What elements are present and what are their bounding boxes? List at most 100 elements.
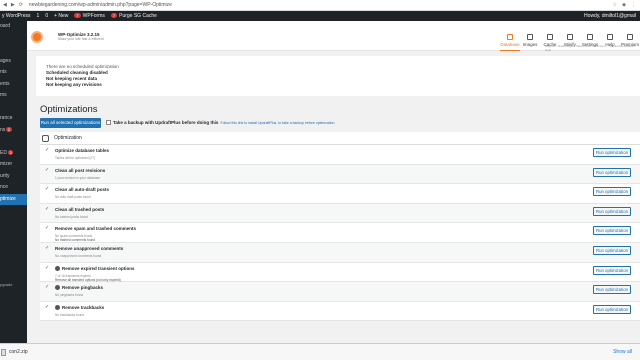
sidebar-item[interactable]: mizer — [0, 159, 27, 171]
optimization-title-text: Remove unapproved comments — [55, 245, 124, 251]
backup-link[interactable]: Follow this link to install UpdraftPlus,… — [220, 121, 334, 125]
sidebar-item[interactable]: rance — [0, 113, 27, 125]
updates-count[interactable]: 1 — [37, 13, 40, 19]
optimization-description: No unapproved comments found — [55, 253, 102, 258]
sidebar-item[interactable]: urity — [0, 171, 27, 183]
menu-icon[interactable]: ⋮ — [631, 2, 636, 8]
column-header: Optimization — [54, 135, 82, 141]
sidebar-item[interactable] — [0, 136, 27, 148]
sidebar-item[interactable]: ptimize — [0, 193, 27, 205]
comments-count[interactable]: 0 — [45, 13, 48, 19]
sidebar-item[interactable]: nts — [0, 67, 27, 79]
database-icon — [507, 34, 513, 40]
sidebar-item[interactable]: ents — [0, 79, 27, 91]
sidebar-item-label: ptimize — [0, 195, 16, 202]
row-checkbox[interactable]: ✓ — [45, 284, 49, 290]
run-optimization-button[interactable]: Run optimization — [593, 245, 631, 255]
table-header: Optimization — [40, 132, 640, 145]
purge-cache-menu[interactable]: 7 Purge SG Cache — [110, 13, 157, 19]
address-bar[interactable]: newbiegardening.com/wp-admin/admin.php?p… — [29, 2, 172, 8]
tab-settings[interactable]: Settings — [580, 34, 600, 51]
admin-sidebar: oard ages nts ents ms rance ns 2 ED 3 mizer urity nc… — [0, 21, 27, 352]
info-icon[interactable] — [55, 265, 60, 271]
optimization-description: 1 post revision in your database — [55, 175, 101, 180]
tab-images[interactable]: Images — [520, 34, 540, 51]
purge-label: Purge SG Cache — [119, 13, 157, 19]
run-optimization-button[interactable]: Run optimization — [593, 167, 631, 177]
howdy-user[interactable]: Howdy, dmiltol1@gmail — [584, 13, 640, 19]
sidebar-upgrade[interactable]: pgrade — [0, 282, 12, 287]
row-checkbox[interactable]: ✓ — [45, 186, 49, 192]
optimizations-table: ✓ Optimize database tables Tables will be … — [40, 145, 640, 322]
run-optimization-button[interactable]: Run optimization — [593, 285, 631, 295]
run-all-button[interactable]: Run all selected optimizations — [40, 118, 101, 128]
sidebar-item[interactable]: oard — [0, 21, 27, 33]
status-line: Not keeping any revisions — [46, 82, 102, 87]
tab-database[interactable]: Database — [500, 34, 520, 51]
select-all-checkbox[interactable] — [42, 134, 49, 142]
wp-optimize-logo — [31, 31, 43, 43]
optimization-title: Clean all auto-draft posts — [55, 187, 109, 192]
run-optimization-button[interactable]: Run optimization — [593, 226, 631, 236]
images-icon — [527, 34, 533, 40]
run-optimization-button[interactable]: Run optimization — [593, 265, 631, 275]
row-checkbox[interactable]: ✓ — [45, 167, 49, 173]
download-filename: con2.zip — [9, 349, 28, 355]
optimization-row: ✓ Remove expired transient options 7 of 16… — [40, 262, 640, 283]
wpforms-menu[interactable]: 7 WPForms — [74, 13, 105, 19]
optimization-row: ✓ Optimize database tables Tables will be … — [40, 145, 640, 165]
optimization-row: ✓ Remove pingbacks No pingbacks found Run o… — [40, 282, 640, 302]
optimization-description: No trackbacks found — [55, 312, 85, 317]
extension-icon[interactable]: ◆ — [622, 2, 626, 8]
reload-icon[interactable]: ⟳ — [19, 2, 23, 8]
row-checkbox[interactable]: ✓ — [45, 265, 49, 271]
row-checkbox[interactable]: ✓ — [45, 147, 49, 153]
back-icon[interactable]: ◀ — [3, 2, 7, 8]
download-item[interactable]: con2.zip — [1, 348, 28, 356]
backup-checkbox[interactable] — [106, 120, 111, 125]
optimization-title: Remove pingbacks — [55, 285, 103, 291]
sidebar-item[interactable] — [0, 44, 27, 56]
row-checkbox[interactable]: ✓ — [45, 225, 49, 231]
sidebar-item-label: oard — [0, 23, 11, 29]
run-optimization-button[interactable]: Run optimization — [593, 304, 631, 314]
info-icon[interactable] — [55, 305, 60, 311]
tab-cache[interactable]: Cache — [540, 34, 560, 51]
sidebar-item[interactable] — [0, 102, 27, 114]
star-icon[interactable]: ☆ — [613, 2, 617, 8]
optimization-row: ✓ Remove unapproved comments No unapproved… — [40, 242, 640, 263]
plugin-header: WP-Optimize 3.2.15 Make your site fast &… — [27, 21, 640, 52]
optimization-row: ✓ Remove spam and trashed comments No spam… — [40, 223, 640, 243]
row-checkbox[interactable]: ✓ — [45, 206, 49, 212]
tab-premium[interactable]: Premium — [620, 34, 640, 51]
tab-label: Images — [522, 42, 538, 47]
show-all-downloads[interactable]: Show all — [613, 349, 640, 355]
wpforms-label: WPForms — [82, 13, 105, 19]
optimization-title: Remove spam and trashed comments — [55, 226, 136, 231]
settings-icon — [587, 34, 593, 40]
sidebar-item[interactable]: ns 2 — [0, 125, 27, 137]
site-name[interactable]: y WordPress — [2, 13, 31, 19]
help-icon — [607, 34, 613, 40]
info-icon[interactable] — [55, 285, 60, 291]
row-checkbox[interactable]: ✓ — [45, 304, 49, 310]
sidebar-item[interactable]: nce — [0, 182, 27, 194]
optimization-description: Tables will be optimized (27) — [55, 156, 96, 160]
tab-minify[interactable]: Minify — [560, 34, 580, 51]
new-menu[interactable]: + New — [54, 13, 68, 19]
sidebar-item-label: ents — [0, 80, 10, 87]
run-optimization-button[interactable]: Run optimization — [593, 187, 631, 197]
tab-help[interactable]: Help — [600, 34, 620, 51]
optimization-title: Remove unapproved comments — [55, 246, 123, 251]
sidebar-item[interactable] — [0, 33, 27, 45]
sidebar-item[interactable]: ages — [0, 56, 27, 68]
forward-icon[interactable]: ▶ — [11, 2, 15, 8]
optimization-row: ✓ Clean all post revisions 1 post revision… — [40, 164, 640, 185]
row-checkbox[interactable]: ✓ — [45, 245, 49, 251]
sidebar-item[interactable]: ED 3 — [0, 148, 27, 160]
wp-admin-bar: y WordPress 1 0 + New 7 WPForms 7 Purge SG… — [0, 11, 640, 21]
run-optimization-button[interactable]: Run optimization — [593, 206, 631, 216]
backup-label: Take a backup with UpdraftPlus before do… — [113, 120, 219, 125]
run-optimization-button[interactable]: Run optimization — [593, 148, 631, 157]
sidebar-item[interactable]: ms — [0, 90, 27, 102]
